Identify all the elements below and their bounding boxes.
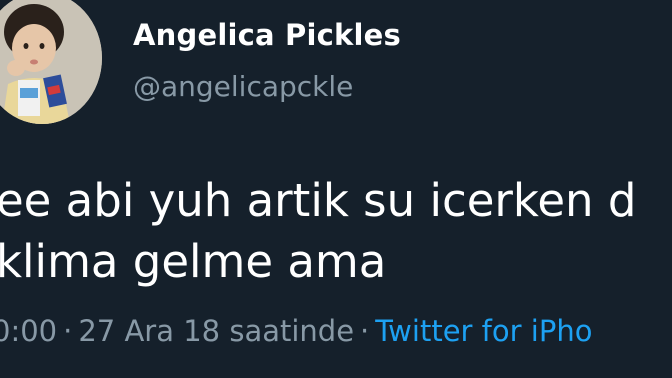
meta-separator: · <box>360 314 370 348</box>
meta-separator: · <box>63 314 73 348</box>
tweet-date[interactable]: 27 Ara 18 saatinde <box>78 314 354 348</box>
avatar[interactable] <box>0 0 102 124</box>
tweet-text: ee abi yuh artik su icerken d klima gelm… <box>0 170 672 292</box>
display-name[interactable]: Angelica Pickles <box>133 18 401 52</box>
tweet-card: Angelica Pickles @angelicapckle ee abi y… <box>0 0 672 378</box>
tweet-meta: 0:00 · 27 Ara 18 saatinde · Twitter for iPho <box>0 314 592 348</box>
user-handle[interactable]: @angelicapckle <box>133 70 353 103</box>
tweet-text-line: klima gelme ama <box>0 235 387 288</box>
profile-photo-icon <box>0 0 102 124</box>
tweet-text-line: ee abi yuh artik su icerken d <box>0 174 637 227</box>
tweet-source-link[interactable]: Twitter for iPho <box>375 314 592 348</box>
tweet-time[interactable]: 0:00 <box>0 314 57 348</box>
